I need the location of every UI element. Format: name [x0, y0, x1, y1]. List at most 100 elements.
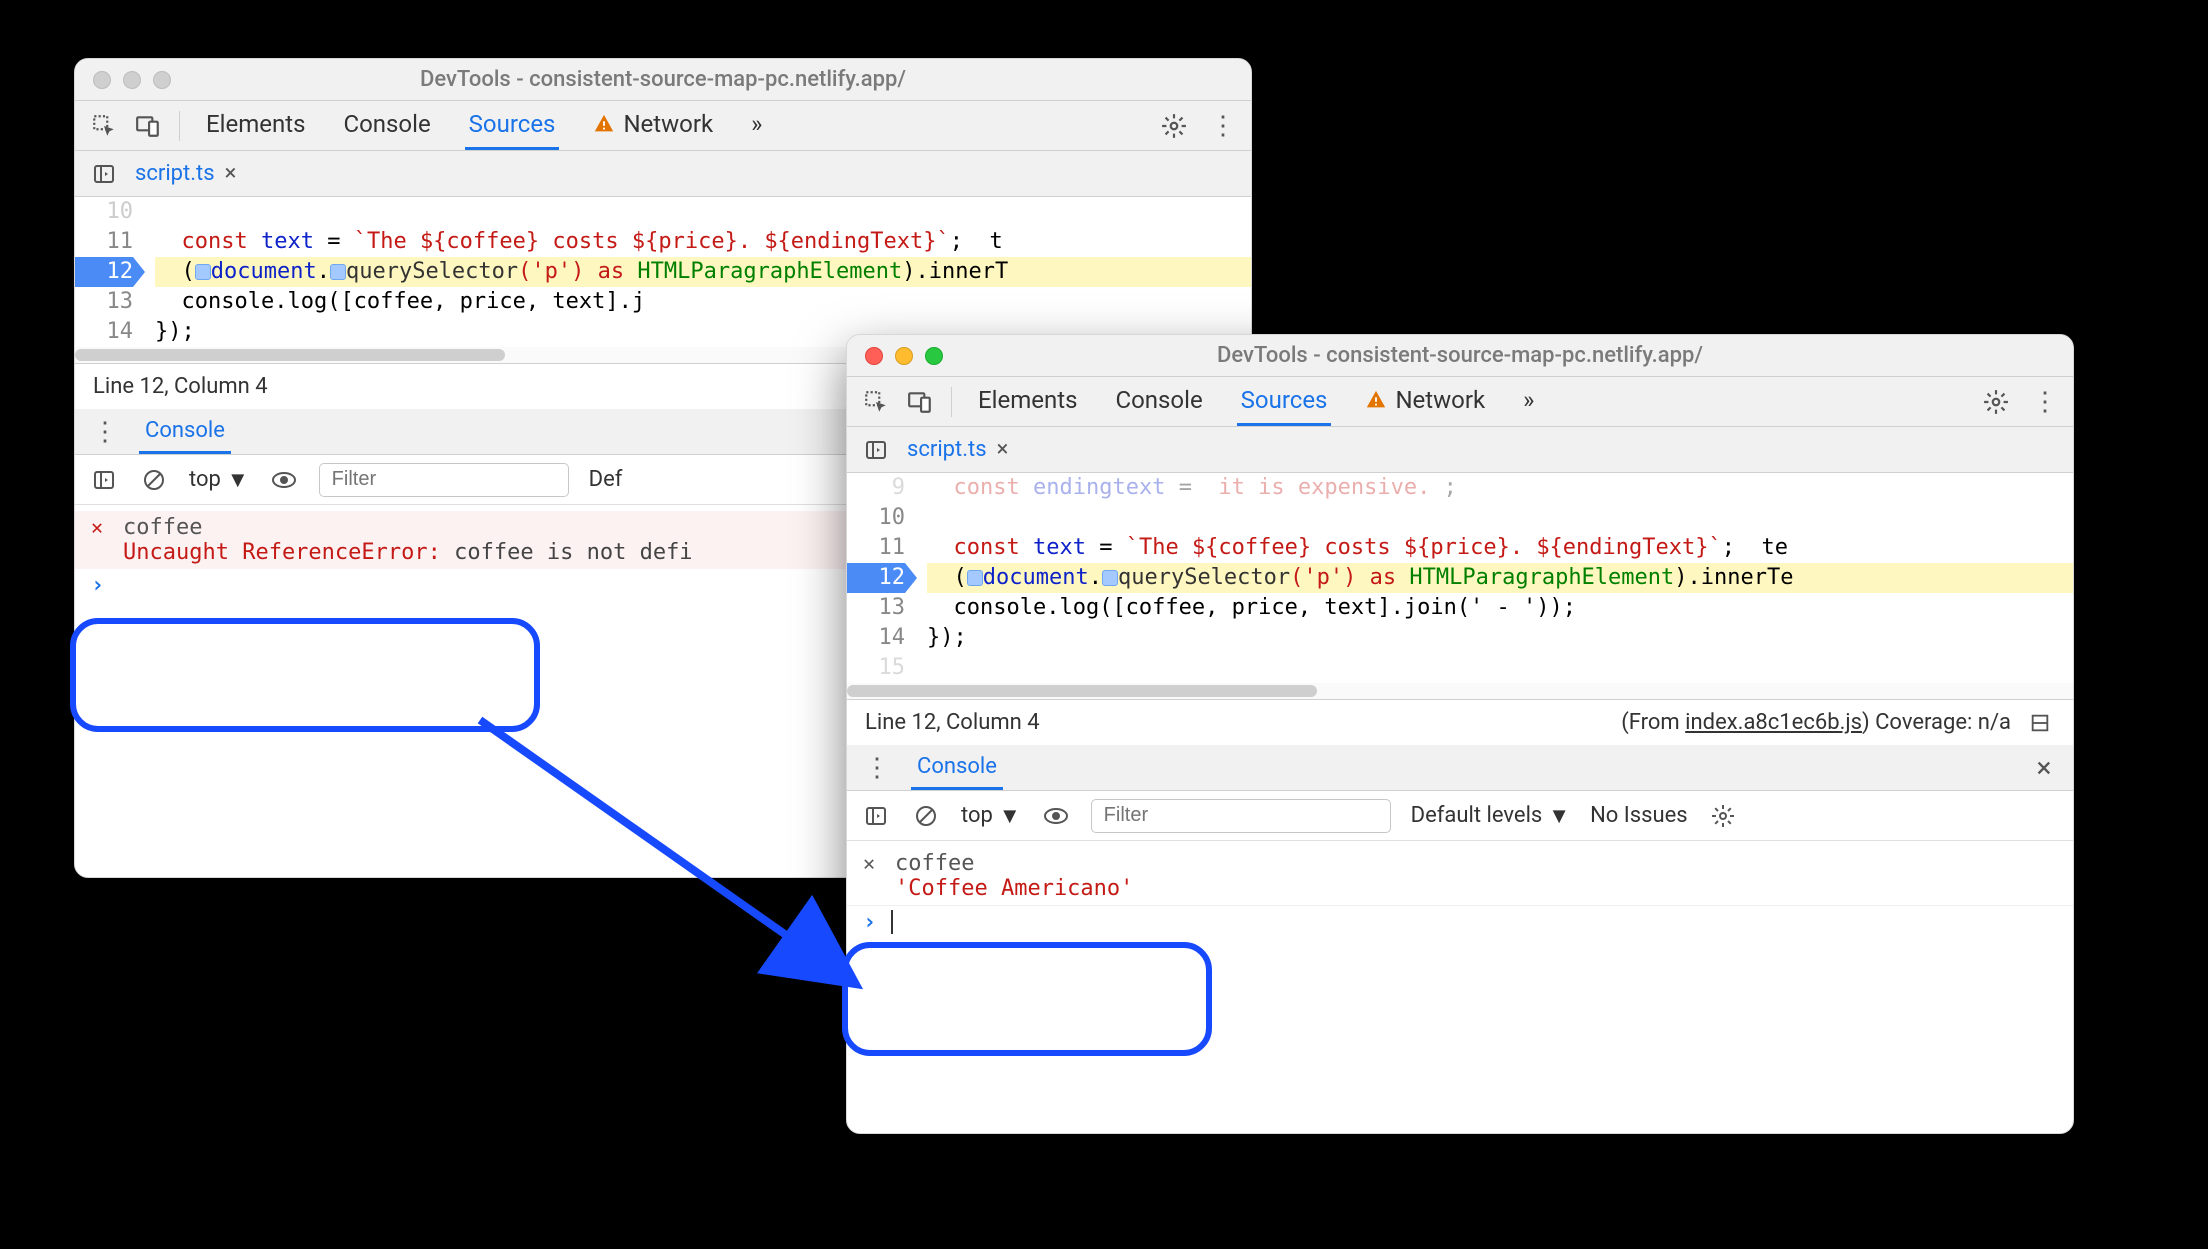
- tab-sources[interactable]: Sources: [1237, 377, 1332, 426]
- tab-elements[interactable]: Elements: [974, 377, 1081, 426]
- sidebar-toggle-icon[interactable]: [89, 465, 119, 495]
- sourcemap-link[interactable]: index.a8c1ec6b.js: [1685, 710, 1862, 735]
- live-expression-icon[interactable]: [1041, 801, 1071, 831]
- clear-icon[interactable]: [139, 465, 169, 495]
- drawer-tabs: ⋮ Console ×: [847, 745, 2073, 791]
- console-error-message: Uncaught ReferenceError: coffee is not d…: [123, 540, 693, 565]
- code-line: console.log([coffee, price, text].join('…: [927, 593, 2073, 623]
- file-name: script.ts: [907, 437, 987, 462]
- close-dot[interactable]: [93, 71, 111, 89]
- more-label: »: [1523, 386, 1534, 414]
- step-marker-icon: [967, 570, 983, 586]
- navigator-toggle-icon[interactable]: [89, 159, 119, 189]
- tab-network[interactable]: Network: [589, 101, 717, 150]
- line-number: 11: [847, 533, 905, 563]
- console-result: 'Coffee Americano': [895, 876, 1133, 901]
- kebab-icon[interactable]: ⋮: [861, 753, 891, 783]
- tab-label: Elements: [206, 110, 305, 138]
- line-number: 10: [75, 197, 133, 227]
- more-label: »: [751, 110, 762, 138]
- console-body[interactable]: ✕ coffee 'Coffee Americano' ›: [847, 841, 2073, 945]
- zoom-dot[interactable]: [153, 71, 171, 89]
- console-input-echo: coffee: [895, 851, 1133, 876]
- log-levels[interactable]: Def: [589, 467, 623, 492]
- drawer-tab-console[interactable]: Console: [911, 745, 1003, 790]
- kebab-icon[interactable]: ⋮: [1207, 111, 1237, 141]
- console-prompt[interactable]: ›: [847, 905, 2073, 939]
- window-title: DevTools - consistent-source-map-pc.netl…: [75, 67, 1251, 92]
- chevron-down-icon: ▼: [999, 803, 1021, 829]
- window-title: DevTools - consistent-source-map-pc.netl…: [847, 343, 2073, 368]
- code-editor[interactable]: 9 10 11 12 13 14 15 const endingtext = i…: [847, 473, 2073, 683]
- coverage-icon[interactable]: [2025, 708, 2055, 738]
- minimize-dot[interactable]: [895, 347, 913, 365]
- cursor-position: Line 12, Column 4: [865, 710, 1040, 735]
- inspect-icon[interactable]: [861, 387, 891, 417]
- step-marker-icon: [1102, 570, 1118, 586]
- close-icon[interactable]: ✕: [863, 851, 885, 875]
- line-number: 11: [75, 227, 133, 257]
- tab-label: Elements: [978, 386, 1077, 414]
- close-icon[interactable]: ×: [2029, 753, 2059, 783]
- chevron-down-icon: ▼: [227, 467, 249, 493]
- line-number: 14: [75, 317, 133, 347]
- line-number: 13: [75, 287, 133, 317]
- horizontal-scrollbar[interactable]: [847, 683, 2073, 699]
- cursor-position: Line 12, Column 4: [93, 374, 268, 399]
- traffic-lights[interactable]: [865, 347, 943, 365]
- filter-input[interactable]: [319, 463, 569, 497]
- warning-icon: [1365, 389, 1387, 411]
- tab-label: Sources: [469, 110, 556, 138]
- gear-icon[interactable]: [1159, 111, 1189, 141]
- tab-label: Network: [623, 110, 713, 138]
- minimize-dot[interactable]: [123, 71, 141, 89]
- line-number: 13: [847, 593, 905, 623]
- tab-sources[interactable]: Sources: [465, 101, 560, 150]
- filter-input[interactable]: [1091, 799, 1391, 833]
- code-line-active: (document.querySelector('p') as HTMLPara…: [155, 257, 1251, 287]
- warning-icon: [593, 113, 615, 135]
- inspect-icon[interactable]: [89, 111, 119, 141]
- status-bar: Line 12, Column 4 (From index.a8c1ec6b.j…: [847, 699, 2073, 745]
- close-icon[interactable]: ×: [225, 161, 237, 186]
- tab-more[interactable]: »: [747, 101, 766, 150]
- close-icon[interactable]: ×: [997, 437, 1009, 462]
- tab-elements[interactable]: Elements: [202, 101, 309, 150]
- tab-more[interactable]: »: [1519, 377, 1538, 426]
- file-tab-script[interactable]: script.ts ×: [907, 437, 1008, 462]
- log-levels[interactable]: Default levels▼: [1411, 803, 1570, 829]
- traffic-lights[interactable]: [93, 71, 171, 89]
- tab-label: Console: [1115, 386, 1202, 414]
- context-selector[interactable]: top▼: [961, 803, 1021, 829]
- code-editor[interactable]: 10 11 12 13 14 const text = `The ${coffe…: [75, 197, 1251, 347]
- console-result-row: ✕ coffee 'Coffee Americano': [847, 847, 2073, 905]
- device-icon[interactable]: [905, 387, 935, 417]
- navigator-toggle-icon[interactable]: [861, 435, 891, 465]
- step-marker-icon: [195, 264, 211, 280]
- context-selector[interactable]: top▼: [189, 467, 249, 493]
- file-tab-script[interactable]: script.ts ×: [135, 161, 236, 186]
- code-line: console.log([coffee, price, text].j: [155, 287, 1251, 317]
- gear-icon[interactable]: [1708, 801, 1738, 831]
- code-line: const text = `The ${coffee} costs ${pric…: [927, 533, 2073, 563]
- tab-console[interactable]: Console: [339, 101, 434, 150]
- tab-console[interactable]: Console: [1111, 377, 1206, 426]
- kebab-icon[interactable]: ⋮: [2029, 387, 2059, 417]
- close-dot[interactable]: [865, 347, 883, 365]
- gear-icon[interactable]: [1981, 387, 2011, 417]
- sidebar-toggle-icon[interactable]: [861, 801, 891, 831]
- clear-icon[interactable]: [911, 801, 941, 831]
- kebab-icon[interactable]: ⋮: [89, 417, 119, 447]
- drawer-tab-console[interactable]: Console: [139, 409, 231, 454]
- tab-label: Network: [1395, 386, 1485, 414]
- line-number: 9: [847, 473, 905, 503]
- line-number-current: 12: [75, 257, 133, 287]
- zoom-dot[interactable]: [925, 347, 943, 365]
- tab-network[interactable]: Network: [1361, 377, 1489, 426]
- device-icon[interactable]: [133, 111, 163, 141]
- live-expression-icon[interactable]: [269, 465, 299, 495]
- issues-link[interactable]: No Issues: [1590, 803, 1688, 828]
- code-line: const text = `The ${coffee} costs ${pric…: [155, 227, 1251, 257]
- error-x-icon: ✕: [91, 515, 113, 539]
- code-line-active: (document.querySelector('p') as HTMLPara…: [927, 563, 2073, 593]
